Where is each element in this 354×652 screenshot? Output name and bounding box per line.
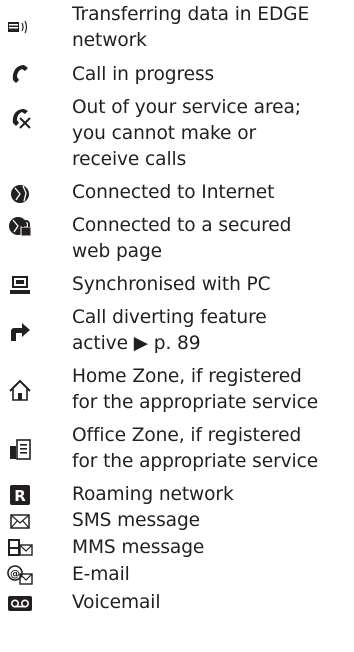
mms-icon bbox=[6, 535, 34, 561]
internet-icon bbox=[6, 180, 34, 206]
icon-description: Out of your service area; you cannot mak… bbox=[72, 95, 354, 173]
icon-description: E-mail bbox=[72, 562, 354, 588]
icon-description: Connected to a secured web page bbox=[72, 213, 354, 265]
pc-sync-icon bbox=[6, 272, 34, 298]
description-line: for the appropriate service bbox=[72, 451, 319, 472]
description-line: Connected to Internet bbox=[72, 182, 275, 203]
icon-description: Transferring data in EDGE network bbox=[72, 2, 354, 54]
icon-description: Call in progress bbox=[72, 62, 354, 88]
home-zone-icon bbox=[6, 377, 34, 403]
description-line: receive calls bbox=[72, 149, 187, 170]
call-in-progress-icon bbox=[6, 62, 34, 88]
description-line: Roaming network bbox=[72, 484, 234, 505]
description-line: active ▶ p. 89 bbox=[72, 333, 201, 354]
voicemail-icon bbox=[6, 590, 34, 616]
description-line: for the appropriate service bbox=[72, 392, 319, 413]
svg-text:R: R bbox=[14, 487, 26, 505]
office-zone-icon bbox=[6, 436, 34, 462]
icon-description: Voicemail bbox=[72, 590, 354, 616]
edge-transfer-icon bbox=[6, 13, 34, 39]
roaming-icon: R bbox=[6, 482, 34, 508]
icon-description: Office Zone, if registered for the appro… bbox=[72, 423, 354, 475]
description-line: SMS message bbox=[72, 510, 201, 531]
no-service-icon bbox=[6, 105, 34, 131]
description-line: Call diverting feature bbox=[72, 307, 267, 328]
icon-description: Call diverting feature active ▶ p. 89 bbox=[72, 305, 354, 357]
description-line: web page bbox=[72, 241, 162, 262]
description-line: Synchronised with PC bbox=[72, 274, 271, 295]
description-line: Out of your service area; bbox=[72, 97, 301, 118]
description-line: Home Zone, if registered bbox=[72, 366, 302, 387]
icon-description: Connected to Internet bbox=[72, 180, 354, 206]
icon-description: MMS message bbox=[72, 535, 354, 561]
description-line: Voicemail bbox=[72, 592, 161, 613]
description-line: Office Zone, if registered bbox=[72, 425, 302, 446]
call-divert-icon bbox=[6, 318, 34, 344]
description-line: Connected to a secured bbox=[72, 215, 292, 236]
icon-description: Roaming network bbox=[72, 482, 354, 508]
icon-description: SMS message bbox=[72, 508, 354, 534]
description-line: network bbox=[72, 30, 147, 51]
description-line: MMS message bbox=[72, 537, 205, 558]
description-line: you cannot make or bbox=[72, 123, 257, 144]
secure-web-icon bbox=[6, 213, 34, 239]
icon-description: Synchronised with PC bbox=[72, 272, 354, 298]
svg-text:@: @ bbox=[10, 569, 20, 580]
sms-icon bbox=[6, 508, 34, 534]
icon-description: Home Zone, if registered for the appropr… bbox=[72, 364, 354, 416]
description-line: Call in progress bbox=[72, 64, 215, 85]
description-line: E-mail bbox=[72, 564, 130, 585]
description-line: Transferring data in EDGE bbox=[72, 4, 310, 25]
email-icon: @ bbox=[6, 562, 34, 588]
